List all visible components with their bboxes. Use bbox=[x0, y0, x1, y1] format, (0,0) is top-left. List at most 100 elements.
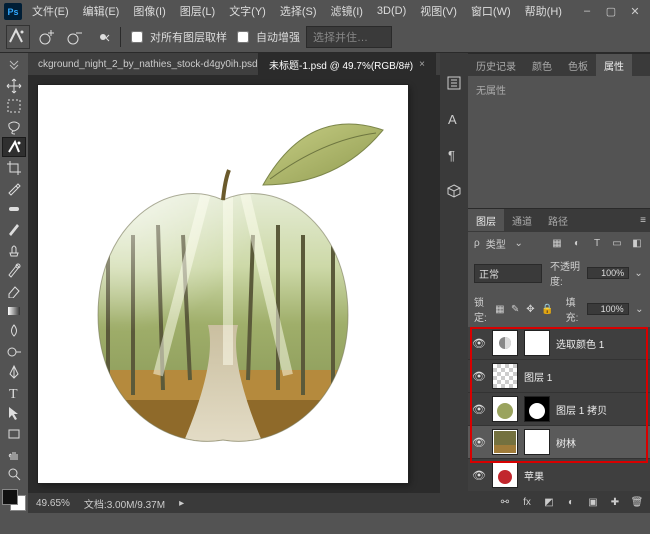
expand-toolbox-icon[interactable] bbox=[2, 55, 26, 75]
layer-row[interactable]: 👁 树林 bbox=[468, 426, 650, 459]
menu-help[interactable]: 帮助(H) bbox=[521, 3, 566, 19]
lock-all-icon[interactable]: 🔒 bbox=[541, 302, 553, 316]
document-tab-1[interactable]: 未标题-1.psd @ 49.7%(RGB/8#) × bbox=[259, 53, 436, 75]
opacity-value[interactable]: 100% bbox=[587, 267, 629, 279]
tab-history[interactable]: 历史记录 bbox=[468, 54, 524, 76]
canvas-viewport[interactable] bbox=[28, 75, 440, 493]
tab-layers[interactable]: 图层 bbox=[468, 209, 504, 231]
chevron-down-icon[interactable]: ⌄ bbox=[512, 237, 526, 251]
panel-menu-icon[interactable]: ≡ bbox=[636, 213, 650, 227]
tab-swatches[interactable]: 色板 bbox=[560, 54, 596, 76]
lock-pixels-icon[interactable]: ✎ bbox=[511, 302, 520, 316]
delete-layer-icon[interactable]: 🗑 bbox=[630, 495, 644, 509]
brush-remove-icon[interactable] bbox=[64, 26, 86, 48]
new-layer-icon[interactable]: ✚ bbox=[608, 495, 622, 509]
visibility-eye-icon[interactable]: 👁 bbox=[472, 336, 486, 350]
history-panel-icon[interactable] bbox=[444, 73, 464, 93]
color-swatches[interactable] bbox=[2, 489, 26, 511]
layer-name[interactable]: 选取颜色 1 bbox=[556, 336, 604, 351]
chevron-right-icon[interactable]: ▸ bbox=[179, 498, 184, 509]
eyedropper-tool[interactable] bbox=[2, 178, 26, 198]
menu-edit[interactable]: 编辑(E) bbox=[79, 3, 124, 19]
layer-thumb-transparent[interactable] bbox=[492, 363, 518, 389]
eraser-tool[interactable] bbox=[2, 280, 26, 300]
chevron-down-icon[interactable]: ⌄ bbox=[635, 302, 644, 316]
character-panel-icon[interactable]: A bbox=[444, 109, 464, 129]
new-adjustment-icon[interactable]: ◐ bbox=[564, 495, 578, 509]
quick-selection-tool[interactable] bbox=[2, 137, 26, 158]
zoom-tool[interactable] bbox=[2, 464, 26, 484]
tab-properties[interactable]: 属性 bbox=[596, 54, 632, 76]
layers-list[interactable]: 👁 选取颜色 1 👁 图层 1 👁 图层 1 拷贝 bbox=[468, 327, 650, 491]
menu-3d[interactable]: 3D(D) bbox=[373, 5, 410, 17]
type-tool[interactable]: T bbox=[2, 382, 26, 402]
brush-size-icon[interactable] bbox=[92, 26, 114, 48]
blur-tool[interactable] bbox=[2, 321, 26, 341]
move-tool[interactable] bbox=[2, 75, 26, 95]
lock-position-icon[interactable]: ✥ bbox=[526, 302, 535, 316]
layer-row[interactable]: 👁 苹果 bbox=[468, 459, 650, 491]
close-icon[interactable]: × bbox=[419, 59, 425, 70]
menu-type[interactable]: 文字(Y) bbox=[225, 3, 270, 19]
link-layers-icon[interactable]: ⚯ bbox=[498, 495, 512, 509]
layer-name[interactable]: 苹果 bbox=[524, 468, 544, 483]
clone-stamp-tool[interactable] bbox=[2, 239, 26, 259]
3d-panel-icon[interactable] bbox=[444, 181, 464, 201]
sample-all-layers-checkbox[interactable]: 对所有图层取样 bbox=[127, 28, 227, 46]
tab-color[interactable]: 颜色 bbox=[524, 54, 560, 76]
dodge-tool[interactable] bbox=[2, 341, 26, 361]
paragraph-panel-icon[interactable]: ¶ bbox=[444, 145, 464, 165]
menu-view[interactable]: 视图(V) bbox=[416, 3, 461, 19]
filter-smart-icon[interactable]: ◧ bbox=[630, 237, 644, 251]
layer-mask-thumb[interactable] bbox=[524, 396, 550, 422]
filter-adjust-icon[interactable]: ◐ bbox=[570, 237, 584, 251]
add-mask-icon[interactable]: ◩ bbox=[542, 495, 556, 509]
visibility-eye-icon[interactable]: 👁 bbox=[472, 468, 486, 482]
tab-paths[interactable]: 路径 bbox=[540, 209, 576, 231]
visibility-eye-icon[interactable]: 👁 bbox=[472, 369, 486, 383]
canvas[interactable] bbox=[38, 85, 408, 483]
menu-image[interactable]: 图像(I) bbox=[129, 3, 169, 19]
window-maximize[interactable]: ▢ bbox=[600, 3, 622, 19]
path-selection-tool[interactable] bbox=[2, 403, 26, 423]
filter-image-icon[interactable]: ▦ bbox=[550, 237, 564, 251]
auto-enhance-checkbox[interactable]: 自动增强 bbox=[233, 28, 300, 46]
window-close[interactable]: ✕ bbox=[624, 3, 646, 19]
foreground-color-swatch[interactable] bbox=[2, 489, 18, 505]
fill-value[interactable]: 100% bbox=[587, 303, 629, 315]
zoom-level[interactable]: 49.65% bbox=[36, 498, 70, 509]
hand-tool[interactable] bbox=[2, 444, 26, 464]
document-tab-0[interactable]: ckground_night_2_by_nathies_stock-d4gy0i… bbox=[28, 53, 259, 75]
layer-row[interactable]: 👁 图层 1 bbox=[468, 360, 650, 393]
gradient-tool[interactable] bbox=[2, 301, 26, 321]
window-minimize[interactable]: – bbox=[576, 3, 598, 19]
blend-mode-select[interactable]: 正常 bbox=[474, 264, 542, 283]
new-group-icon[interactable]: ▣ bbox=[586, 495, 600, 509]
doc-info[interactable]: 文档:3.00M/9.37M bbox=[84, 496, 165, 511]
menu-select[interactable]: 选择(S) bbox=[276, 3, 321, 19]
filter-type-icon[interactable]: T bbox=[590, 237, 604, 251]
layer-thumb-image[interactable] bbox=[492, 462, 518, 488]
brush-add-icon[interactable] bbox=[36, 26, 58, 48]
chevron-down-icon[interactable]: ⌄ bbox=[633, 266, 644, 280]
healing-brush-tool[interactable] bbox=[2, 198, 26, 218]
history-brush-tool[interactable] bbox=[2, 260, 26, 280]
layer-mask-thumb[interactable] bbox=[524, 429, 550, 455]
visibility-eye-icon[interactable]: 👁 bbox=[472, 402, 486, 416]
refine-edge-button[interactable]: 选择并住… bbox=[306, 26, 392, 48]
menu-window[interactable]: 窗口(W) bbox=[467, 3, 515, 19]
menu-file[interactable]: 文件(E) bbox=[28, 3, 73, 19]
lasso-tool[interactable] bbox=[2, 116, 26, 136]
layer-style-icon[interactable]: fx bbox=[520, 495, 534, 509]
layer-thumb-image[interactable] bbox=[492, 429, 518, 455]
layer-thumb-image[interactable] bbox=[492, 396, 518, 422]
tool-preset-picker[interactable] bbox=[6, 25, 30, 49]
layer-name[interactable]: 图层 1 bbox=[524, 369, 552, 384]
pen-tool[interactable] bbox=[2, 362, 26, 382]
layer-name[interactable]: 树林 bbox=[556, 435, 576, 450]
layer-name[interactable]: 图层 1 拷贝 bbox=[556, 402, 607, 417]
brush-tool[interactable] bbox=[2, 219, 26, 239]
layer-thumb-adjustment[interactable] bbox=[492, 330, 518, 356]
marquee-tool[interactable] bbox=[2, 96, 26, 116]
visibility-eye-icon[interactable]: 👁 bbox=[472, 435, 486, 449]
